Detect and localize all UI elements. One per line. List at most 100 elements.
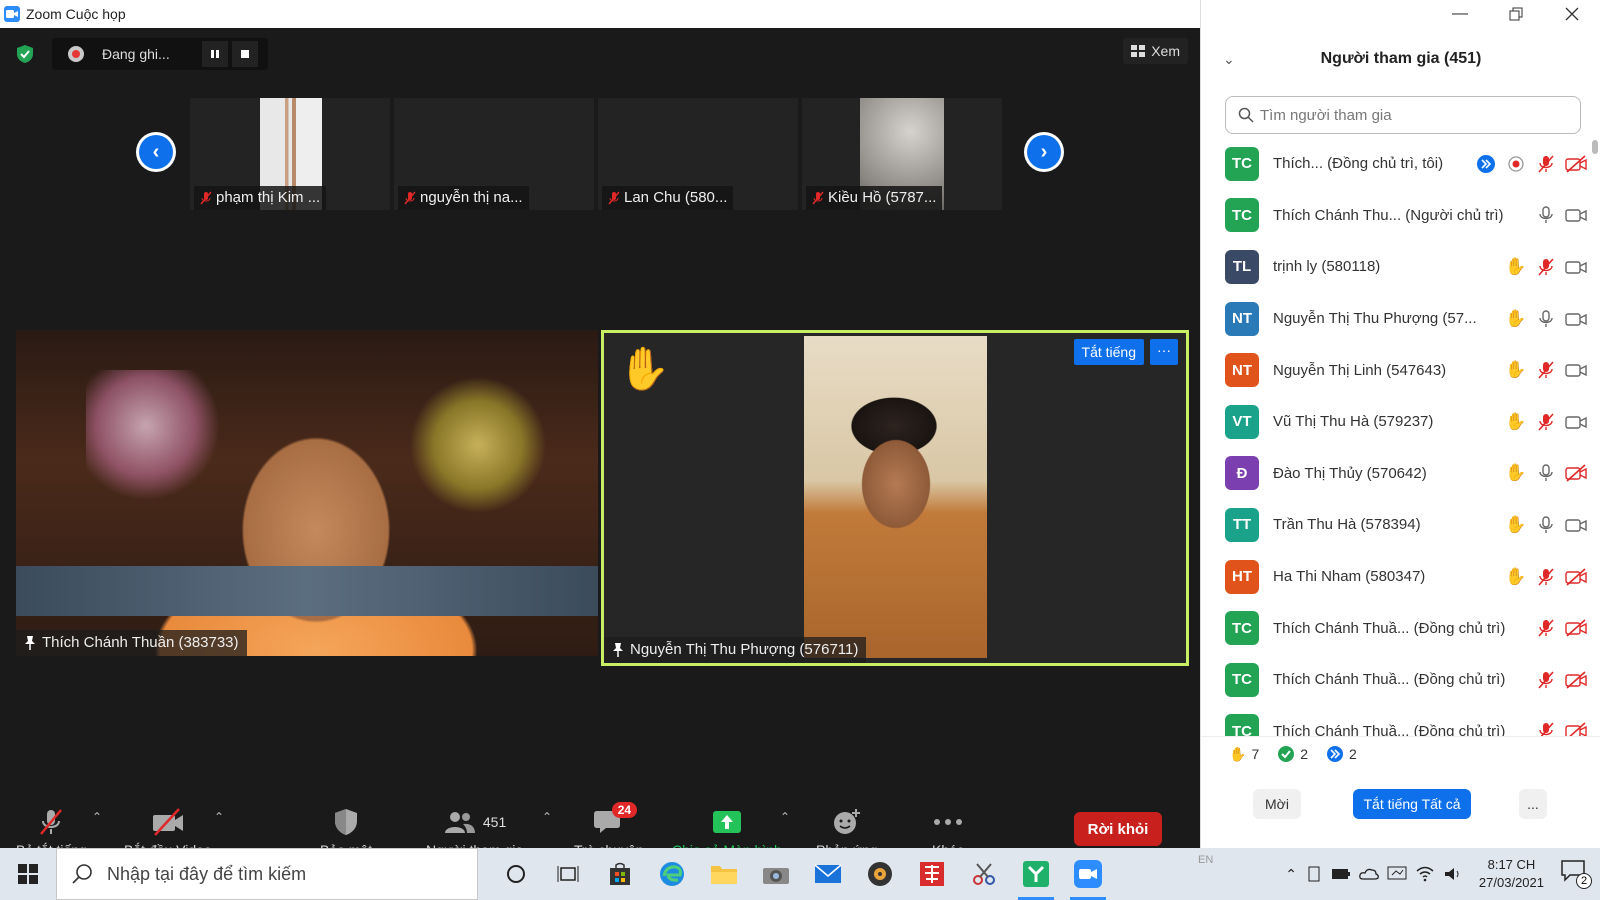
participant-name: Thích Chánh Thuầ... (Đồng chủ trì) [1273, 619, 1506, 637]
participant-thumbnail[interactable]: Kiều Hồ (5787... [802, 98, 1002, 210]
participant-row[interactable]: HT Ha Thi Nham (580347) ✋ [1201, 551, 1593, 603]
participant-row[interactable]: TC Thích Chánh Thuầ... (Đồng chủ trì) [1201, 706, 1593, 736]
store-app[interactable] [598, 848, 642, 900]
notifications-button[interactable]: 2 [1560, 859, 1592, 889]
video-icon[interactable] [1565, 308, 1587, 330]
muted-mic-icon[interactable] [1535, 256, 1557, 278]
participant-thumbnail[interactable]: phạm thị Kim ... [190, 98, 390, 210]
participant-thumbnail[interactable]: nguyễn thị na... [394, 98, 594, 210]
participant-row[interactable]: VT Vũ Thị Thu Hà (579237) ✋ [1201, 396, 1593, 448]
video-off-icon[interactable] [1565, 617, 1587, 639]
video-off-icon[interactable] [1565, 153, 1587, 175]
muted-mic-icon[interactable] [1535, 359, 1557, 381]
invite-button[interactable]: Mời [1253, 789, 1301, 819]
mute-participant-button[interactable]: Tắt tiếng [1073, 339, 1144, 365]
wifi-icon[interactable] [1415, 866, 1435, 882]
muted-mic-icon[interactable] [1535, 720, 1557, 736]
display-icon[interactable] [1387, 866, 1407, 882]
participant-row[interactable]: TC Thích Chánh Thuầ... (Đồng chủ trì) [1201, 654, 1593, 706]
onedrive-cloud-icon[interactable] [1359, 867, 1379, 881]
go-faster-icon [1475, 153, 1497, 175]
video-off-icon[interactable] [1565, 462, 1587, 484]
share-options-chevron-icon[interactable]: ⌃ [780, 810, 790, 824]
meeting-area: Đang ghi... Xem ‹ › phạm thị Kim ... ngu… [0, 28, 1200, 876]
zoom-app[interactable] [1066, 848, 1110, 900]
search-input[interactable] [1260, 106, 1560, 124]
restore-button[interactable] [1488, 0, 1544, 28]
video-tile-active-speaker[interactable]: ✋ Tắt tiếng ··· Nguyễn Thị Thu Phượng (5… [601, 330, 1189, 666]
video-tile-host[interactable]: Thích Chánh Thuần (383733) [16, 330, 598, 656]
encryption-shield-icon[interactable] [12, 41, 38, 67]
network-app[interactable] [1014, 848, 1058, 900]
video-icon[interactable] [1565, 514, 1587, 536]
camera-app[interactable] [754, 848, 798, 900]
battery-icon[interactable] [1331, 867, 1351, 881]
video-options-chevron-icon[interactable]: ⌃ [214, 810, 224, 824]
snip-app[interactable] [962, 848, 1006, 900]
panel-more-button[interactable]: ... [1519, 789, 1547, 819]
participant-row[interactable]: NT Nguyễn Thị Linh (547643) ✋ [1201, 344, 1593, 396]
edge-app[interactable] [650, 848, 694, 900]
next-page-button[interactable]: › [1024, 132, 1064, 172]
participant-row[interactable]: TT Trần Thu Hà (578394) ✋ [1201, 499, 1593, 551]
mic-icon[interactable] [1535, 204, 1557, 226]
mute-all-button[interactable]: Tắt tiếng Tất cả [1353, 789, 1471, 819]
video-off-icon[interactable] [1565, 566, 1587, 588]
participant-name: nguyễn thị na... [420, 189, 523, 206]
avatar: NT [1225, 353, 1259, 388]
avatar: TC [1225, 714, 1259, 736]
participant-row[interactable]: TC Thích... (Đồng chủ trì, tôi) [1201, 138, 1593, 190]
participant-row[interactable]: NT Nguyễn Thị Thu Phượng (57... ✋ [1201, 293, 1593, 345]
volume-icon[interactable] [1443, 866, 1463, 882]
view-button[interactable]: Xem [1123, 38, 1188, 64]
participant-search[interactable] [1225, 96, 1581, 134]
device-icon[interactable] [1305, 865, 1323, 883]
language-indicator[interactable]: EN [1198, 854, 1213, 866]
pause-recording-button[interactable] [202, 41, 228, 67]
leave-meeting-button[interactable]: Rời khỏi [1074, 812, 1162, 846]
close-window-button[interactable] [1544, 0, 1600, 28]
collapse-chevron-icon[interactable]: ⌄ [1223, 51, 1235, 68]
muted-mic-icon[interactable] [1535, 566, 1557, 588]
taskbar-search[interactable]: Nhập tại đây để tìm kiếm [56, 848, 478, 900]
cortana-button[interactable] [494, 848, 538, 900]
participant-status-icons: ✋ [1505, 396, 1587, 448]
show-hidden-icons-chevron-icon[interactable]: ⌃ [1285, 866, 1297, 883]
mic-icon[interactable] [1535, 308, 1557, 330]
previous-page-button[interactable]: ‹ [136, 132, 176, 172]
task-view-button[interactable] [546, 848, 590, 900]
muted-mic-icon[interactable] [1535, 153, 1557, 175]
participant-row[interactable]: TC Thích Chánh Thu... (Người chủ trì) [1201, 190, 1593, 242]
muted-mic-icon[interactable] [1535, 669, 1557, 691]
mic-icon[interactable] [1535, 462, 1557, 484]
chat-unread-badge: 24 [611, 802, 638, 818]
participant-row[interactable]: Đ Đào Thị Thủy (570642) ✋ [1201, 448, 1593, 500]
dictionary-app[interactable] [910, 848, 954, 900]
muted-mic-icon[interactable] [1535, 617, 1557, 639]
participant-row[interactable]: TL trịnh ly (580118) ✋ [1201, 241, 1593, 293]
participant-row[interactable]: TC Thích Chánh Thuầ... (Đồng chủ trì) [1201, 602, 1593, 654]
taskbar-clock[interactable]: 8:17 CH 27/03/2021 [1479, 856, 1544, 892]
audio-options-chevron-icon[interactable]: ⌃ [92, 810, 102, 824]
video-off-icon[interactable] [1565, 720, 1587, 736]
participant-name: Đào Thị Thủy (570642) [1273, 464, 1427, 482]
participants-options-chevron-icon[interactable]: ⌃ [542, 810, 552, 824]
media-app[interactable] [858, 848, 902, 900]
start-button[interactable] [0, 848, 56, 900]
video-icon[interactable] [1565, 256, 1587, 278]
video-icon[interactable] [1565, 359, 1587, 381]
stop-recording-button[interactable] [232, 41, 258, 67]
file-explorer-app[interactable] [702, 848, 746, 900]
video-icon[interactable] [1565, 411, 1587, 433]
participant-name: Nguyễn Thị Linh (547643) [1273, 361, 1447, 379]
video-off-icon[interactable] [1565, 669, 1587, 691]
video-icon[interactable] [1565, 204, 1587, 226]
chat-icon: 24 [593, 802, 638, 838]
mic-icon[interactable] [1535, 514, 1557, 536]
participant-thumbnail[interactable]: Lan Chu (580... [598, 98, 798, 210]
minimize-button[interactable]: — [1432, 0, 1488, 28]
mail-app[interactable] [806, 848, 850, 900]
muted-mic-icon[interactable] [1535, 411, 1557, 433]
more-options-button[interactable]: ··· [1150, 339, 1178, 365]
notification-count-badge: 2 [1576, 873, 1592, 889]
